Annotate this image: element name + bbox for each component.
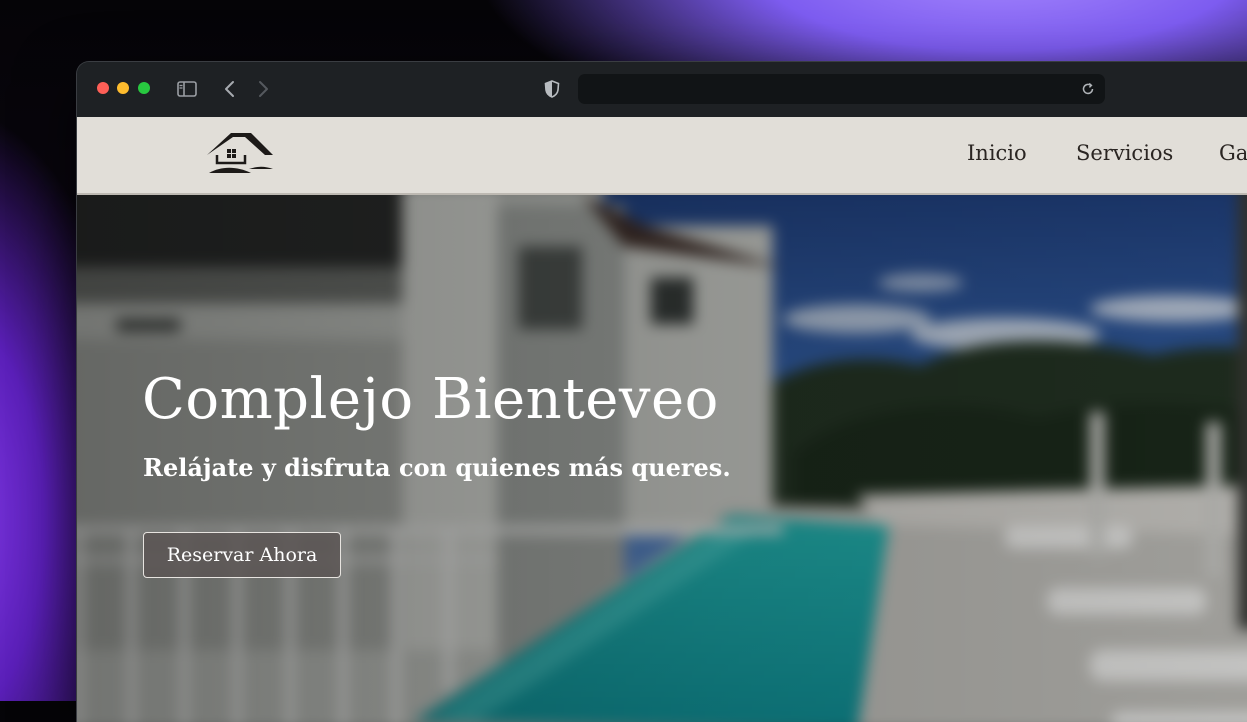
- sidebar-toggle-icon[interactable]: [176, 78, 198, 100]
- shield-icon[interactable]: [541, 78, 563, 100]
- site-navbar: Inicio Servicios Ga: [77, 117, 1247, 195]
- reserve-now-button[interactable]: Reservar Ahora: [143, 532, 341, 578]
- hero-subtitle: Relájate y disfruta con quienes más quer…: [143, 453, 731, 482]
- nav-link-galeria[interactable]: Ga: [1219, 141, 1247, 165]
- chevron-right-icon[interactable]: [252, 78, 274, 100]
- nav-link-servicios[interactable]: Servicios: [1076, 141, 1173, 165]
- web-page: Inicio Servicios Ga Complejo Bienteveo R…: [77, 117, 1247, 722]
- chevron-left-icon[interactable]: [219, 78, 241, 100]
- nav-link-inicio[interactable]: Inicio: [967, 141, 1027, 165]
- zoom-window-button[interactable]: [138, 82, 150, 94]
- reload-icon[interactable]: [1081, 81, 1095, 95]
- house-logo-icon[interactable]: [205, 130, 275, 180]
- hero-title: Complejo Bienteveo: [142, 367, 719, 432]
- minimize-window-button[interactable]: [117, 82, 129, 94]
- hero-section: Complejo Bienteveo Relájate y disfruta c…: [77, 195, 1247, 722]
- address-bar[interactable]: [578, 74, 1105, 104]
- browser-toolbar: [77, 62, 1247, 117]
- close-window-button[interactable]: [97, 82, 109, 94]
- browser-window: Inicio Servicios Ga Complejo Bienteveo R…: [77, 62, 1247, 722]
